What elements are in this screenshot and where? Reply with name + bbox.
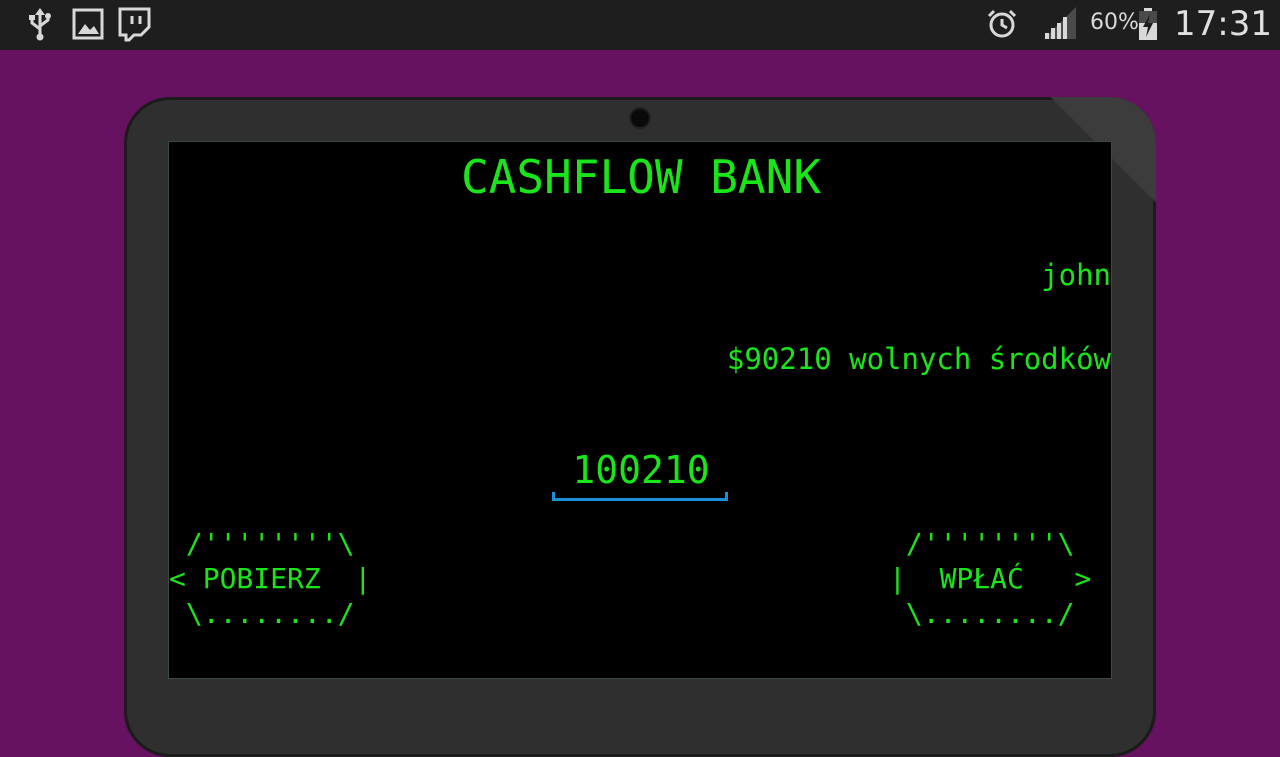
bank-screen: CASHFLOW BANK john $90210 wolnych środkó… [168, 141, 1112, 679]
twitch-icon [116, 6, 152, 42]
deposit-button-top: /''''''''\ [889, 527, 1075, 560]
gallery-icon [70, 6, 106, 42]
amount-field[interactable] [551, 442, 731, 504]
withdraw-button-top: /''''''''\ [169, 527, 355, 560]
username: john [1041, 258, 1111, 292]
amount-underline [552, 492, 728, 501]
status-bar: 60% 17:31 [0, 0, 1280, 50]
alarm-icon [984, 6, 1020, 42]
signal-icon [1040, 6, 1080, 42]
camera-icon [631, 109, 649, 127]
battery-percent: 60% [1090, 10, 1139, 35]
available-funds: $90210 wolnych środków [726, 342, 1111, 376]
clock: 17:31 [1174, 4, 1272, 44]
deposit-button-label: | WPŁAĆ > [889, 562, 1092, 595]
withdraw-button[interactable]: /''''''''\ < POBIERZ | \......../ [169, 526, 371, 631]
amount-input[interactable] [551, 442, 731, 498]
deposit-button-bottom: \......../ [889, 597, 1075, 630]
usb-icon [22, 6, 58, 42]
battery-charging-icon [1136, 6, 1160, 42]
withdraw-button-label: < POBIERZ | [169, 562, 372, 595]
app-title: CASHFLOW BANK [460, 150, 822, 204]
withdraw-button-bottom: \......../ [169, 597, 355, 630]
deposit-button[interactable]: /''''''''\ | WPŁAĆ > \......../ [889, 526, 1091, 631]
